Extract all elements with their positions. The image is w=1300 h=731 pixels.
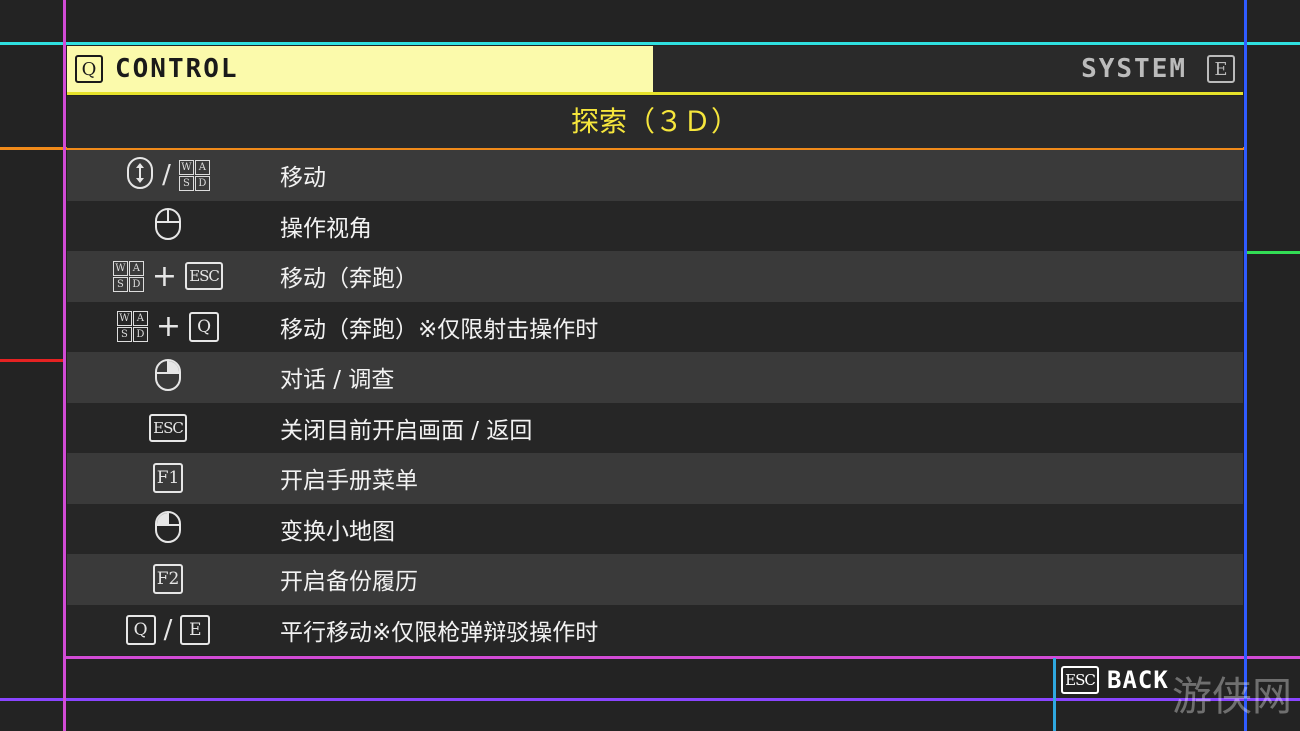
row-icons: F2 [67,554,269,605]
row-label: 操作视角 [280,215,372,242]
back-label: BACK [1107,666,1169,694]
row-icons: WASD + ESC [67,251,269,302]
row-icons [67,352,269,403]
list-item: WASD + ESC 移动（奔跑） [67,251,1243,302]
neon-line-cyan-footer [1053,658,1056,731]
row-label: 开启备份履历 [280,569,418,596]
separator: / [163,614,173,645]
row-label: 开启手册菜单 [280,468,418,495]
list-item: ESC 关闭目前开启画面 / 返回 [67,402,1243,454]
row-icons [67,504,269,555]
control-list: / WASD 移动 操作视角 WASD + ESC 移动（奔跑） WASD + … [67,150,1243,655]
row-icons: F1 [67,453,269,504]
row-label: 对话 / 调查 [280,367,395,394]
neon-line-red [0,359,64,362]
esc-key-icon: ESC [149,413,187,442]
neon-line-yellow [67,92,1243,95]
row-icons: Q / E [67,605,269,656]
list-item: 对话 / 调查 [67,352,1243,403]
mouse-wheel-icon [126,156,154,194]
row-icons: / WASD [67,150,269,201]
plus-sign: + [155,309,182,345]
list-item: Q / E 平行移动※仅限枪弹辩驳操作时 [67,604,1243,656]
e-key-icon: E [1207,55,1235,83]
neon-line-cyan [0,42,1300,45]
f1-key-icon: F1 [153,463,183,494]
row-label: 关闭目前开启画面 / 返回 [280,417,533,444]
mouse-icon [154,207,182,245]
wasd-icon: WASD [116,311,148,343]
list-item: WASD + Q 移动（奔跑）※仅限射击操作时 [67,301,1243,353]
list-item: F2 开启备份履历 [67,554,1243,605]
list-item: / WASD 移动 [67,150,1243,201]
neon-line-blue-right [1244,0,1247,731]
neon-line-green [1247,251,1300,254]
list-item: 变换小地图 [67,503,1243,555]
row-icons [67,201,269,252]
row-icons: WASD + Q [67,302,269,353]
esc-key-icon: ESC [185,262,224,291]
wasd-icon: WASD [112,260,144,292]
tab-system-label: SYSTEM [1081,54,1187,84]
tab-control-label: CONTROL [115,54,239,84]
row-label: 变换小地图 [280,518,395,545]
mouse-right-click-icon [154,358,182,396]
watermark-logo: 游侠网 [1172,674,1292,720]
tab-control[interactable]: Q CONTROL [67,46,653,92]
row-icons: ESC [67,403,269,454]
list-item: 操作视角 [67,200,1243,252]
q-key-icon: Q [75,55,103,83]
neon-line-magenta [64,656,1300,659]
row-label: 平行移动※仅限枪弹辩驳操作时 [280,619,599,646]
row-label: 移动 [280,165,326,192]
plus-sign: + [151,258,178,294]
separator: / [162,160,171,191]
section-title: 探索（３Ｄ） [67,96,1243,148]
q-key-icon: Q [189,311,220,342]
e-key-icon: E [180,614,211,645]
mouse-left-click-icon [154,510,182,548]
row-label: 移动（奔跑） [280,266,418,293]
esc-key-icon: ESC [1061,666,1099,694]
wasd-icon: WASD [178,159,210,191]
list-item: F1 开启手册菜单 [67,453,1243,504]
tab-system[interactable]: SYSTEM E [653,46,1243,92]
f2-key-icon: F2 [153,564,183,595]
q-key-icon: Q [125,614,156,645]
row-label: 移动（奔跑）※仅限射击操作时 [280,316,599,343]
neon-line-magenta-left [63,0,66,731]
